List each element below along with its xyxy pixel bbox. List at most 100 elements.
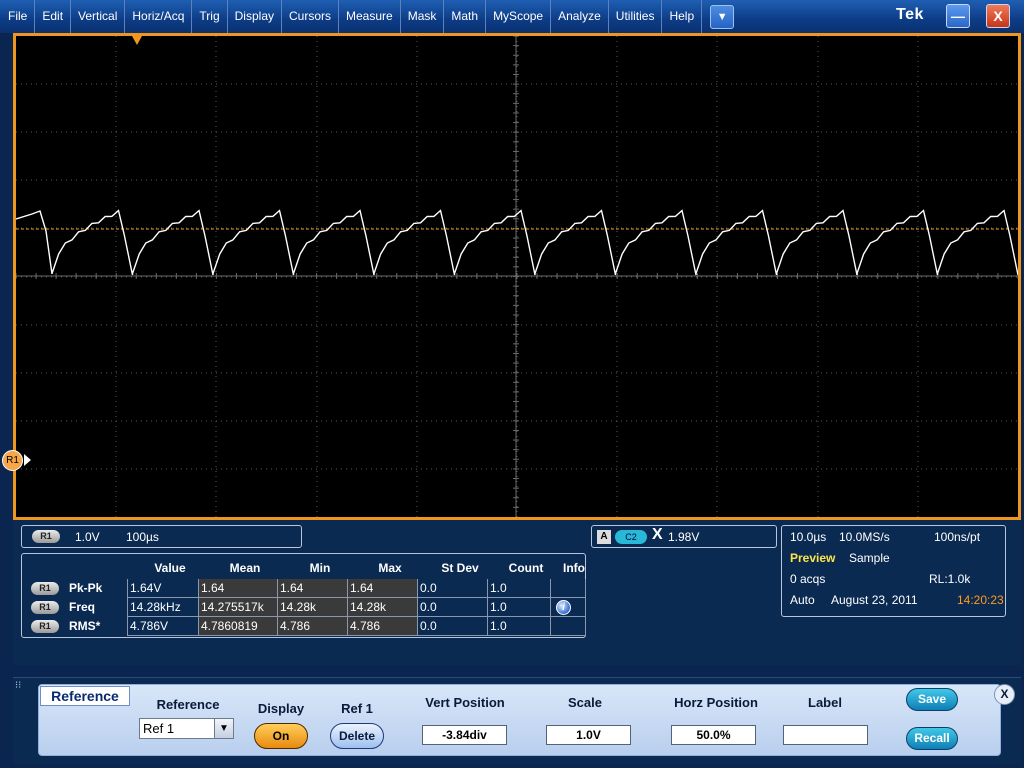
measurement-value: 4.786V xyxy=(127,617,198,636)
menu-bar: File Edit Vertical Horiz/Acq Trig Displa… xyxy=(0,0,1024,33)
acq-mode: Sample xyxy=(849,551,890,565)
chevron-down-icon[interactable]: ▼ xyxy=(214,719,233,738)
measurement-info xyxy=(550,579,586,598)
acq-trigger-mode: Auto xyxy=(790,593,815,607)
col-header-max: Max xyxy=(378,561,402,575)
r1-badge: R1 xyxy=(31,601,59,614)
ref-label: Ref 1 xyxy=(341,701,373,716)
label-label: Label xyxy=(808,695,842,710)
measurement-stdev: 0.0 xyxy=(417,598,487,617)
reference-panel: ⁝⁝ Reference Reference Ref 1 ▼ Display O… xyxy=(13,677,1021,764)
measurement-mean: 4.7860819 xyxy=(198,617,277,636)
menu-dropdown-button[interactable]: ▼ xyxy=(710,4,735,29)
acq-resolution: 100ns/pt xyxy=(934,530,981,544)
reference-select[interactable]: Ref 1 ▼ xyxy=(139,718,234,739)
waveform-display[interactable] xyxy=(13,33,1021,520)
acq-time: 14:20:23 xyxy=(957,593,1004,607)
scale-field[interactable]: 1.0V xyxy=(546,725,631,745)
menu-help[interactable]: Help xyxy=(662,0,703,33)
acq-sample-rate: 10.0MS/s xyxy=(839,530,890,544)
display-label: Display xyxy=(257,701,305,716)
save-button[interactable]: Save xyxy=(906,688,958,711)
r1-position-marker[interactable]: R1 xyxy=(2,450,23,471)
display-toggle-button[interactable]: On xyxy=(254,723,308,749)
menu-horiz-acq[interactable]: Horiz/Acq xyxy=(125,0,193,33)
r1-arrow-icon xyxy=(24,454,31,466)
measurement-name: Freq xyxy=(69,600,96,614)
col-header-count: Count xyxy=(508,561,544,575)
menu-utilities[interactable]: Utilities xyxy=(609,0,663,33)
scale-label: Scale xyxy=(568,695,602,710)
menu-math[interactable]: Math xyxy=(444,0,487,33)
measurement-max: 4.786 xyxy=(347,617,417,636)
menu-trig[interactable]: Trig xyxy=(192,0,228,33)
trigger-position-icon xyxy=(132,36,142,45)
label-field[interactable] xyxy=(783,725,868,745)
menu-mask[interactable]: Mask xyxy=(401,0,445,33)
menu-display[interactable]: Display xyxy=(228,0,282,33)
measurement-mean: 14.275517k xyxy=(198,598,277,617)
menu-measure[interactable]: Measure xyxy=(339,0,401,33)
close-icon[interactable]: X xyxy=(994,684,1015,705)
col-header-mean: Mean xyxy=(229,561,261,575)
menu-cursors[interactable]: Cursors xyxy=(282,0,340,33)
reference-select-value: Ref 1 xyxy=(143,721,175,736)
measurement-row-rms[interactable]: R1 RMS* 4.786V 4.7860819 4.786 4.786 0.0… xyxy=(22,617,586,636)
channel-readout[interactable]: R1 1.0V 100µs xyxy=(21,525,302,548)
graticule xyxy=(16,36,1018,517)
r1-badge: R1 xyxy=(32,530,60,543)
menu-myscope[interactable]: MyScope xyxy=(486,0,552,33)
measurement-max: 14.28k xyxy=(347,598,417,617)
measurement-min: 1.64 xyxy=(277,579,347,598)
measurement-count: 1.0 xyxy=(487,617,550,636)
reference-panel-body: Reference Reference Ref 1 ▼ Display On R… xyxy=(38,684,1001,756)
measurement-name: Pk-Pk xyxy=(69,581,103,595)
acq-date: August 23, 2011 xyxy=(831,593,918,607)
measurement-value: 1.64V xyxy=(127,579,198,598)
horz-position-field[interactable]: 50.0% xyxy=(671,725,756,745)
minimize-button[interactable]: — xyxy=(946,4,970,28)
acquisition-readout[interactable]: 10.0µs 10.0MS/s 100ns/pt Preview Sample … xyxy=(781,525,1006,617)
channel-time-per-div: 100µs xyxy=(126,530,159,544)
recall-button[interactable]: Recall xyxy=(906,727,958,750)
measurement-info xyxy=(550,617,586,636)
horz-position-label: Horz Position xyxy=(674,695,758,710)
readout-area: R1 1.0V 100µs Value Mean Min Max St Dev … xyxy=(13,520,1021,665)
measurement-name: RMS* xyxy=(69,619,101,633)
trigger-mode-badge: A xyxy=(597,530,611,544)
delete-button[interactable]: Delete xyxy=(330,723,384,749)
waveform-trace xyxy=(16,209,1018,276)
info-icon[interactable]: i xyxy=(556,600,571,615)
vert-position-label: Vert Position xyxy=(425,695,505,710)
acq-count: 0 acqs xyxy=(790,572,826,586)
vert-position-field[interactable]: -3.84div xyxy=(422,725,507,745)
trigger-readout[interactable]: A C2 X 1.98V xyxy=(591,525,777,548)
menu-analyze[interactable]: Analyze xyxy=(551,0,609,33)
measurement-row-freq[interactable]: R1 Freq 14.28kHz 14.275517k 14.28k 14.28… xyxy=(22,598,586,617)
brand-logo: Tek xyxy=(896,6,924,23)
col-header-value: Value xyxy=(154,561,186,575)
measurement-mean: 1.64 xyxy=(198,579,277,598)
channel-volts-per-div: 1.0V xyxy=(75,530,100,544)
menu-edit[interactable]: Edit xyxy=(35,0,72,33)
measurement-value: 14.28kHz xyxy=(127,598,198,617)
trigger-slope-icon: X xyxy=(652,526,663,543)
close-window-button[interactable]: X xyxy=(986,4,1010,28)
measurement-count: 1.0 xyxy=(487,598,550,617)
grip-icon[interactable]: ⁝⁝ xyxy=(15,680,21,691)
measurement-stdev: 0.0 xyxy=(417,579,487,598)
reference-tab-title[interactable]: Reference xyxy=(40,686,130,706)
measurement-stdev: 0.0 xyxy=(417,617,487,636)
measurement-row-pkpk[interactable]: R1 Pk-Pk 1.64V 1.64 1.64 1.64 0.0 1.0 xyxy=(22,579,586,598)
measurement-count: 1.0 xyxy=(487,579,550,598)
col-header-stdev: St Dev xyxy=(441,561,479,575)
col-header-min: Min xyxy=(309,561,331,575)
trigger-source-badge: C2 xyxy=(615,530,647,544)
menu-vertical[interactable]: Vertical xyxy=(71,0,126,33)
measurement-min: 14.28k xyxy=(277,598,347,617)
menu-file[interactable]: File xyxy=(0,0,36,33)
acq-time-scale: 10.0µs xyxy=(790,530,827,544)
measurement-max: 1.64 xyxy=(347,579,417,598)
reference-select-label: Reference xyxy=(156,697,220,712)
measurement-table: Value Mean Min Max St Dev Count Info R1 … xyxy=(21,553,586,638)
